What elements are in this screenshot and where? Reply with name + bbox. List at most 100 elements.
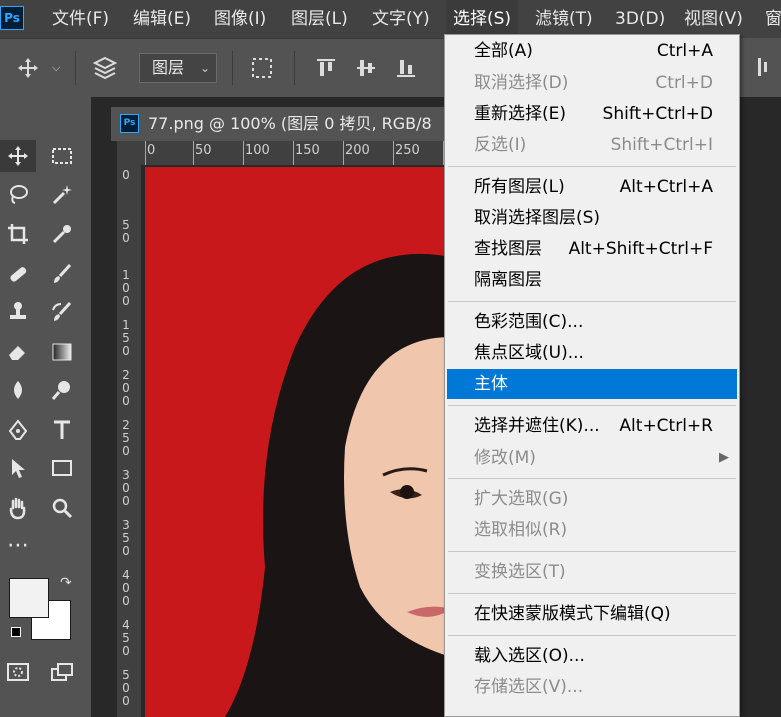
ruler-left-label: 2 5 0 [122,418,130,458]
ruler-left-label: 5 0 0 [122,668,130,708]
lasso-tool-icon[interactable] [0,178,36,210]
menu-item-load-selection[interactable]: 载入选区(O)... [447,641,737,671]
align-top-icon[interactable] [314,39,338,97]
menu-item-deselect[interactable]: 取消选择(D) Ctrl+D [447,68,737,98]
swap-colors-icon[interactable]: ↷ [60,575,72,591]
menu-item-select-all[interactable]: 全部(A) Ctrl+A [447,36,737,66]
menu-edit[interactable]: 编辑(E) [133,0,191,38]
menu-file[interactable]: 文件(F) [52,0,109,38]
menu-item-modify[interactable]: 修改(M) ▶ [447,443,737,473]
distribute-icon[interactable] [756,38,770,96]
menu-window[interactable]: 窗 [765,0,781,38]
menu-layer[interactable]: 图层(L) [291,0,348,38]
ruler-left-label: 1 0 0 [122,268,130,308]
menu-item-subject[interactable]: 主体 [447,369,737,399]
align-bottom-icon[interactable] [394,39,418,97]
ruler-corner [117,141,141,165]
menu-item-isolate-layers[interactable]: 隔离图层 [447,265,737,295]
options-bar-right [740,38,781,96]
clone-stamp-tool-icon[interactable] [0,296,36,328]
ruler-top-label: 0 [147,143,156,158]
menu-item-select-and-mask[interactable]: 选择并遮住(K)... Alt+Ctrl+R [447,411,737,441]
menu-view[interactable]: 视图(V) [684,0,743,38]
menu-separator [448,593,736,594]
document-tab-title: 77.png @ 100% (图层 0 拷贝, RGB/8 [148,114,432,133]
path-selection-tool-icon[interactable] [0,452,36,484]
ruler-left-label: 4 5 0 [122,618,130,658]
image-canvas[interactable] [145,167,451,717]
eraser-tool-icon[interactable] [0,336,36,368]
ruler-left-label: 3 5 0 [122,518,130,558]
ruler-left-label: 5 0 [122,218,130,245]
menu-item-grow[interactable]: 扩大选取(G) [447,484,737,514]
layers-icon[interactable] [92,39,118,97]
ruler-left[interactable]: 0 5 0 1 0 0 1 5 0 2 0 0 2 5 0 3 0 0 3 5 … [117,165,141,717]
chevron-down-icon: ⌄ [199,61,210,75]
more-tools-icon[interactable]: ⋯ [0,530,36,562]
menu-item-focus-area[interactable]: 焦点区域(U)... [447,338,737,368]
ruler-top-label: 200 [345,143,370,158]
document-ps-icon: Ps [120,114,139,133]
menu-filter[interactable]: 滤镜(T) [535,0,593,38]
menu-item-color-range[interactable]: 色彩范围(C)... [447,307,737,337]
menu-type[interactable]: 文字(Y) [372,0,430,38]
menu-bar: Ps 文件(F) 编辑(E) 图像(I) 图层(L) 文字(Y) 选择(S) 滤… [0,0,781,38]
quick-mask-icon[interactable] [0,656,36,688]
ruler-top-label: 250 [395,143,420,158]
menu-item-reselect[interactable]: 重新选择(E) Shift+Ctrl+D [447,99,737,129]
blur-tool-icon[interactable] [0,374,36,406]
menu-item-inverse[interactable]: 反选(I) Shift+Ctrl+I [447,130,737,160]
submenu-arrow-icon: ▶ [719,450,729,465]
portrait-photo [145,167,451,717]
hand-tool-icon[interactable] [0,492,36,524]
ruler-top-label: 150 [295,143,320,158]
brush-tool-icon[interactable] [44,258,80,290]
rectangle-tool-icon[interactable] [44,452,80,484]
transform-controls-icon[interactable] [249,39,275,97]
ruler-left-label: 4 0 0 [122,568,130,608]
ruler-top-label: 50 [195,143,212,158]
menu-item-transform-selection[interactable]: 变换选区(T) [447,557,737,587]
history-brush-tool-icon[interactable] [44,296,80,328]
screen-mode-icon[interactable] [44,656,80,688]
menu-item-save-selection[interactable]: 存储选区(V)... [447,672,737,702]
chevron-down-icon[interactable]: ⌵ [52,39,60,97]
ruler-left-label: 0 [122,168,130,182]
menu-separator [448,405,736,406]
marquee-tool-icon[interactable] [44,140,80,172]
ruler-left-label: 1 5 0 [122,318,130,358]
menu-item-all-layers[interactable]: 所有图层(L) Alt+Ctrl+A [447,172,737,202]
eyedropper-tool-icon[interactable] [44,218,80,250]
healing-brush-tool-icon[interactable] [0,258,36,290]
menu-item-quick-mask-edit[interactable]: 在快速蒙版模式下编辑(Q) [447,599,737,629]
menu-separator [448,301,736,302]
photoshop-logo-icon: Ps [0,6,24,30]
document-tab[interactable]: Ps 77.png @ 100% (图层 0 拷贝, RGB/8 [111,107,451,141]
divider [294,51,295,85]
crop-tool-icon[interactable] [0,218,36,250]
dodge-tool-icon[interactable] [44,374,80,406]
align-vcenter-icon[interactable] [354,39,378,97]
menu-item-find-layers[interactable]: 查找图层 Alt+Shift+Ctrl+F [447,234,737,264]
default-colors-icon[interactable] [11,627,21,637]
magic-wand-tool-icon[interactable] [44,178,80,210]
ruler-left-label: 2 0 0 [122,368,130,408]
type-tool-icon[interactable] [44,414,80,446]
foreground-color-swatch[interactable] [9,578,49,618]
ruler-left-label: 3 0 0 [122,468,130,508]
menu-image[interactable]: 图像(I) [214,0,266,38]
menu-select[interactable]: 选择(S) [446,0,519,38]
menu-3d[interactable]: 3D(D) [615,0,665,38]
ruler-top[interactable]: 0 50 100 150 200 250 [141,141,451,166]
menu-item-deselect-layers[interactable]: 取消选择图层(S) [447,203,737,233]
menu-item-similar[interactable]: 选取相似(R) [447,515,737,545]
move-icon[interactable] [16,39,40,97]
move-tool-icon[interactable] [0,140,36,172]
layer-select-dropdown[interactable]: 图层 ⌄ [139,53,217,83]
zoom-tool-icon[interactable] [44,492,80,524]
pen-tool-icon[interactable] [0,414,36,446]
gradient-tool-icon[interactable] [44,336,80,368]
menu-separator [448,478,736,479]
menu-separator [448,551,736,552]
select-menu-dropdown: 全部(A) Ctrl+A 取消选择(D) Ctrl+D 重新选择(E) Shift+C… [444,34,740,717]
